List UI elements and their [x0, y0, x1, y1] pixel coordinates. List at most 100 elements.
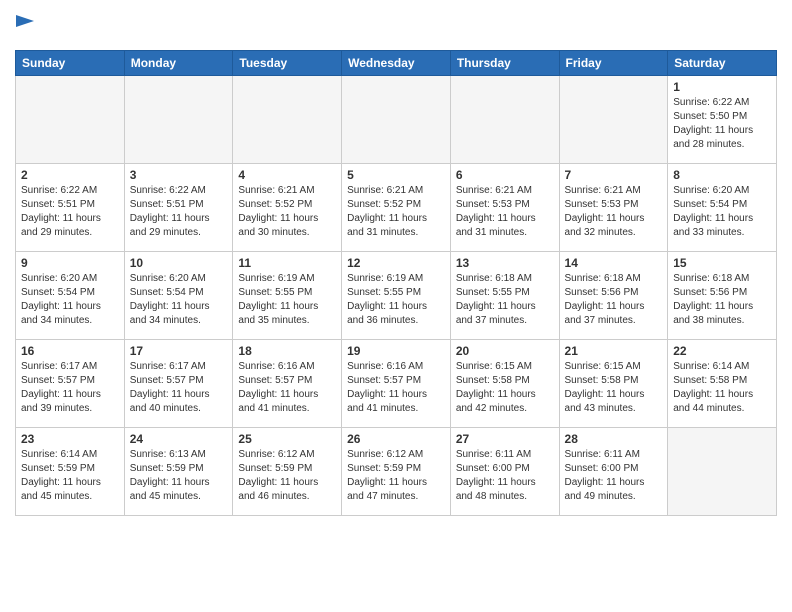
day-number: 8	[673, 168, 771, 182]
day-number: 20	[456, 344, 554, 358]
day-cell-11: 11Sunrise: 6:19 AM Sunset: 5:55 PM Dayli…	[233, 252, 342, 340]
week-row-1: 2 Sunrise: 6:22 AM Sunset: 5:51 PM Daylig…	[16, 164, 777, 252]
day-number: 6	[456, 168, 554, 182]
day-info: Sunrise: 6:17 AM Sunset: 5:57 PM Dayligh…	[130, 360, 228, 416]
day-info: Sunrise: 6:15 AM Sunset: 5:58 PM Dayligh…	[456, 360, 554, 416]
day-number: 12	[347, 256, 445, 270]
day-info: Sunrise: 6:22 AM Sunset: 5:50 PM Dayligh…	[673, 96, 771, 152]
day-cell-7: 7 Sunrise: 6:21 AM Sunset: 5:53 PM Daylig…	[559, 164, 668, 252]
day-info: Sunrise: 6:20 AM Sunset: 5:54 PM Dayligh…	[21, 272, 119, 328]
day-info: Sunrise: 6:11 AM Sunset: 6:00 PM Dayligh…	[456, 448, 554, 504]
weekday-header-wednesday: Wednesday	[342, 51, 451, 76]
day-info: Sunrise: 6:19 AM Sunset: 5:55 PM Dayligh…	[347, 272, 445, 328]
day-number: 13	[456, 256, 554, 270]
calendar-table: SundayMondayTuesdayWednesdayThursdayFrid…	[15, 50, 777, 516]
logo	[15, 15, 35, 42]
day-cell-24: 24 Sunrise: 6:13 AM Sunset: 5:59 PM Dayli…	[124, 428, 233, 516]
week-row-2: 9 Sunrise: 6:20 AM Sunset: 5:54 PM Daylig…	[16, 252, 777, 340]
day-cell-5: 5 Sunrise: 6:21 AM Sunset: 5:52 PM Daylig…	[342, 164, 451, 252]
empty-cell	[668, 428, 777, 516]
day-cell-22: 22 Sunrise: 6:14 AM Sunset: 5:58 PM Dayli…	[668, 340, 777, 428]
day-number: 21	[565, 344, 663, 358]
day-cell-21: 21 Sunrise: 6:15 AM Sunset: 5:58 PM Dayli…	[559, 340, 668, 428]
weekday-header-saturday: Saturday	[668, 51, 777, 76]
day-number: 2	[21, 168, 119, 182]
day-number: 28	[565, 432, 663, 446]
empty-cell	[124, 76, 233, 164]
day-number: 10	[130, 256, 228, 270]
day-cell-17: 17 Sunrise: 6:17 AM Sunset: 5:57 PM Dayli…	[124, 340, 233, 428]
day-info: Sunrise: 6:13 AM Sunset: 5:59 PM Dayligh…	[130, 448, 228, 504]
logo-flag-icon	[16, 15, 34, 37]
day-cell-2: 2 Sunrise: 6:22 AM Sunset: 5:51 PM Daylig…	[16, 164, 125, 252]
day-number: 9	[21, 256, 119, 270]
day-number: 5	[347, 168, 445, 182]
day-number: 11	[238, 256, 336, 270]
day-cell-16: 16 Sunrise: 6:17 AM Sunset: 5:57 PM Dayli…	[16, 340, 125, 428]
day-info: Sunrise: 6:14 AM Sunset: 5:58 PM Dayligh…	[673, 360, 771, 416]
day-cell-8: 8 Sunrise: 6:20 AM Sunset: 5:54 PM Daylig…	[668, 164, 777, 252]
day-cell-19: 19 Sunrise: 6:16 AM Sunset: 5:57 PM Dayli…	[342, 340, 451, 428]
weekday-header-friday: Friday	[559, 51, 668, 76]
day-cell-25: 25 Sunrise: 6:12 AM Sunset: 5:59 PM Dayli…	[233, 428, 342, 516]
day-cell-28: 28 Sunrise: 6:11 AM Sunset: 6:00 PM Dayli…	[559, 428, 668, 516]
day-number: 17	[130, 344, 228, 358]
day-cell-12: 12 Sunrise: 6:19 AM Sunset: 5:55 PM Dayli…	[342, 252, 451, 340]
day-info: Sunrise: 6:22 AM Sunset: 5:51 PM Dayligh…	[21, 184, 119, 240]
day-cell-4: 4 Sunrise: 6:21 AM Sunset: 5:52 PM Daylig…	[233, 164, 342, 252]
day-info: Sunrise: 6:20 AM Sunset: 5:54 PM Dayligh…	[673, 184, 771, 240]
day-info: Sunrise: 6:16 AM Sunset: 5:57 PM Dayligh…	[347, 360, 445, 416]
day-number: 4	[238, 168, 336, 182]
day-number: 19	[347, 344, 445, 358]
day-info: Sunrise: 6:16 AM Sunset: 5:57 PM Dayligh…	[238, 360, 336, 416]
day-cell-1: 1 Sunrise: 6:22 AM Sunset: 5:50 PM Daylig…	[668, 76, 777, 164]
weekday-header-thursday: Thursday	[450, 51, 559, 76]
day-number: 16	[21, 344, 119, 358]
day-number: 18	[238, 344, 336, 358]
day-info: Sunrise: 6:18 AM Sunset: 5:56 PM Dayligh…	[565, 272, 663, 328]
weekday-header-row: SundayMondayTuesdayWednesdayThursdayFrid…	[16, 51, 777, 76]
week-row-3: 16 Sunrise: 6:17 AM Sunset: 5:57 PM Dayli…	[16, 340, 777, 428]
empty-cell	[342, 76, 451, 164]
day-cell-20: 20 Sunrise: 6:15 AM Sunset: 5:58 PM Dayli…	[450, 340, 559, 428]
day-info: Sunrise: 6:17 AM Sunset: 5:57 PM Dayligh…	[21, 360, 119, 416]
day-cell-15: 15 Sunrise: 6:18 AM Sunset: 5:56 PM Dayli…	[668, 252, 777, 340]
day-info: Sunrise: 6:18 AM Sunset: 5:56 PM Dayligh…	[673, 272, 771, 328]
day-cell-14: 14 Sunrise: 6:18 AM Sunset: 5:56 PM Dayli…	[559, 252, 668, 340]
empty-cell	[233, 76, 342, 164]
day-number: 3	[130, 168, 228, 182]
day-number: 23	[21, 432, 119, 446]
day-info: Sunrise: 6:12 AM Sunset: 5:59 PM Dayligh…	[238, 448, 336, 504]
day-number: 15	[673, 256, 771, 270]
day-info: Sunrise: 6:12 AM Sunset: 5:59 PM Dayligh…	[347, 448, 445, 504]
header	[15, 10, 777, 42]
empty-cell	[450, 76, 559, 164]
day-number: 24	[130, 432, 228, 446]
day-info: Sunrise: 6:11 AM Sunset: 6:00 PM Dayligh…	[565, 448, 663, 504]
day-cell-27: 27 Sunrise: 6:11 AM Sunset: 6:00 PM Dayli…	[450, 428, 559, 516]
day-info: Sunrise: 6:21 AM Sunset: 5:52 PM Dayligh…	[238, 184, 336, 240]
day-cell-3: 3 Sunrise: 6:22 AM Sunset: 5:51 PM Daylig…	[124, 164, 233, 252]
day-number: 26	[347, 432, 445, 446]
day-cell-13: 13 Sunrise: 6:18 AM Sunset: 5:55 PM Dayli…	[450, 252, 559, 340]
week-row-4: 23 Sunrise: 6:14 AM Sunset: 5:59 PM Dayli…	[16, 428, 777, 516]
day-number: 1	[673, 80, 771, 94]
day-cell-9: 9 Sunrise: 6:20 AM Sunset: 5:54 PM Daylig…	[16, 252, 125, 340]
week-row-0: 1 Sunrise: 6:22 AM Sunset: 5:50 PM Daylig…	[16, 76, 777, 164]
day-info: Sunrise: 6:18 AM Sunset: 5:55 PM Dayligh…	[456, 272, 554, 328]
day-number: 27	[456, 432, 554, 446]
day-info: Sunrise: 6:22 AM Sunset: 5:51 PM Dayligh…	[130, 184, 228, 240]
day-info: Sunrise: 6:21 AM Sunset: 5:53 PM Dayligh…	[565, 184, 663, 240]
day-cell-26: 26 Sunrise: 6:12 AM Sunset: 5:59 PM Dayli…	[342, 428, 451, 516]
empty-cell	[559, 76, 668, 164]
day-cell-10: 10 Sunrise: 6:20 AM Sunset: 5:54 PM Dayli…	[124, 252, 233, 340]
day-info: Sunrise: 6:21 AM Sunset: 5:52 PM Dayligh…	[347, 184, 445, 240]
day-number: 14	[565, 256, 663, 270]
day-info: Sunrise: 6:14 AM Sunset: 5:59 PM Dayligh…	[21, 448, 119, 504]
day-number: 25	[238, 432, 336, 446]
day-number: 7	[565, 168, 663, 182]
weekday-header-sunday: Sunday	[16, 51, 125, 76]
day-info: Sunrise: 6:20 AM Sunset: 5:54 PM Dayligh…	[130, 272, 228, 328]
day-number: 22	[673, 344, 771, 358]
day-info: Sunrise: 6:15 AM Sunset: 5:58 PM Dayligh…	[565, 360, 663, 416]
